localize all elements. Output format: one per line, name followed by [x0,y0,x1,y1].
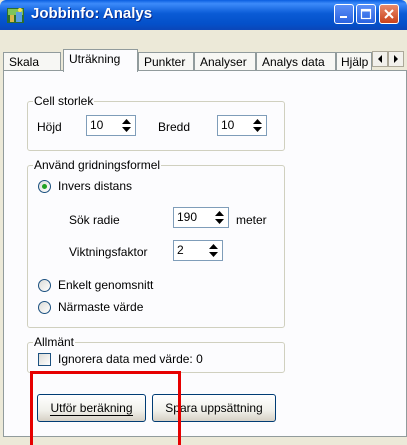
spin-arrows-icon[interactable] [206,242,221,259]
weight-factor-label: Viktningsfaktor [69,245,148,259]
tab-skala[interactable]: Skala [3,52,61,71]
weight-factor-value: 2 [177,243,184,257]
tab-analyser[interactable]: Analyser [194,52,256,71]
tab-scroll-left[interactable] [372,51,388,67]
app-icon [7,8,24,23]
tab-panel-utrakning: Cell storlek Höjd 10 Bredd 10 Använd gri… [3,70,407,437]
width-value: 10 [221,118,235,132]
compute-button[interactable]: Utför beräkning [37,394,146,422]
radio-nearest-value[interactable] [38,301,51,314]
group-legend: Cell storlek [33,94,95,108]
minimize-button[interactable] [334,4,354,24]
search-radius-value: 190 [177,210,198,224]
spin-arrows-icon[interactable] [250,117,265,134]
height-value: 10 [90,118,104,132]
nearest-value-label[interactable]: Närmaste värde [58,300,143,314]
compute-button-label: Utför beräkning [50,401,133,416]
tab-scroll-right[interactable] [388,51,404,67]
close-icon [384,9,394,19]
search-radius-unit: meter [236,213,267,227]
inverse-distance-label[interactable]: Invers distans [58,179,132,193]
minimize-icon [340,16,347,18]
width-spinner[interactable]: 10 [217,115,267,136]
title-bar[interactable]: Jobbinfo: Analys [0,0,407,30]
arrow-right-icon [394,55,398,63]
spin-arrows-icon[interactable] [119,117,134,134]
bottom-divider [3,436,407,437]
tab-analys-data[interactable]: Analys data [256,52,336,71]
ignore-data-checkbox[interactable] [38,353,51,366]
radio-inverse-distance[interactable] [38,180,51,193]
search-radius-label: Sök radie [69,213,120,227]
tab-utrakning[interactable]: Uträkning [63,49,138,72]
tab-strip: Skala Uträkning Punkter Analyser Analys … [0,49,407,72]
group-cell-size: Cell storlek Höjd 10 Bredd 10 [27,94,285,151]
save-setup-button-label: Spara uppsättning [165,401,263,415]
arrow-left-icon [378,55,382,63]
ignore-data-label[interactable]: Ignorera data med värde: 0 [58,352,203,366]
group-grid-formula: Använd gridningsformel Invers distans Sö… [27,158,285,328]
search-radius-spinner[interactable]: 190 [173,207,229,228]
save-setup-button[interactable]: Spara uppsättning [152,394,276,422]
height-label: Höjd [37,120,62,134]
group-legend: Allmänt [33,335,76,349]
group-legend: Använd gridningsformel [33,158,162,172]
width-label: Bredd [158,120,191,134]
group-general: Allmänt Ignorera data med värde: 0 [27,335,285,373]
radio-selected-dot [42,184,47,189]
maximize-button[interactable] [356,4,376,24]
simple-average-label[interactable]: Enkelt genomsnitt [58,278,153,292]
tab-hjalp[interactable]: Hjälp [336,52,372,71]
tab-punkter[interactable]: Punkter [138,52,194,71]
radio-simple-average[interactable] [38,279,51,292]
maximize-icon [360,8,372,20]
spin-arrows-icon[interactable] [212,209,227,226]
weight-factor-spinner[interactable]: 2 [173,240,223,261]
height-spinner[interactable]: 10 [86,115,136,136]
close-button[interactable] [379,4,399,24]
window-title: Jobbinfo: Analys [31,5,153,22]
